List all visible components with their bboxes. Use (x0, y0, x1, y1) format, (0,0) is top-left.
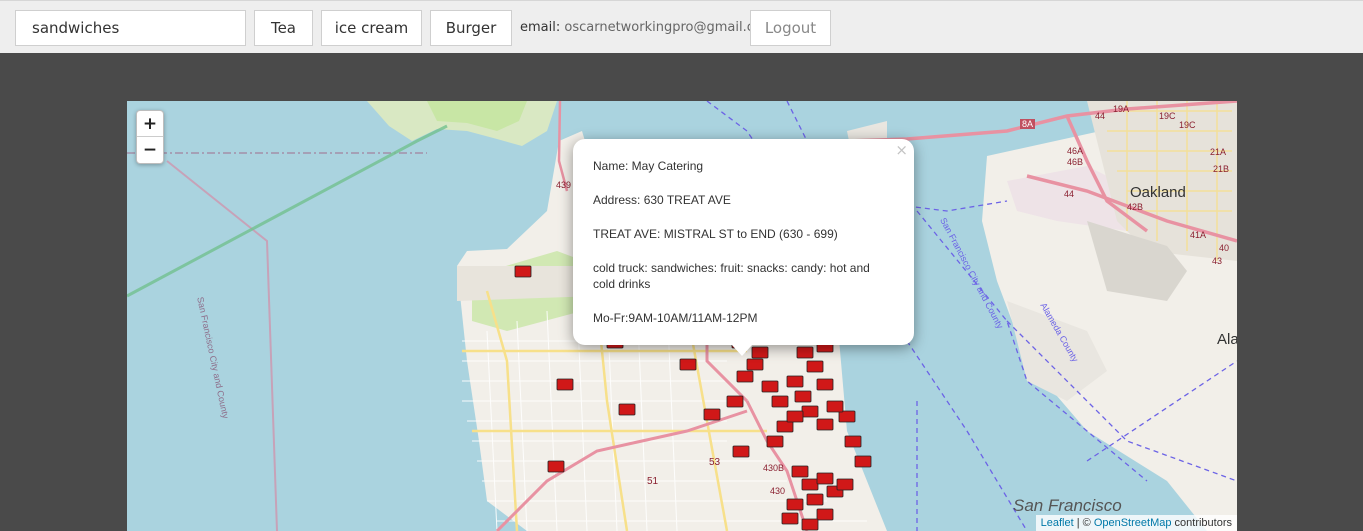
route-shield: 44 (1095, 111, 1106, 121)
leaflet-link[interactable]: Leaflet (1041, 517, 1074, 529)
route-shield: 42B (1127, 202, 1144, 212)
popup-tip (731, 344, 753, 356)
burger-button[interactable]: Burger (430, 10, 512, 46)
zoom-in-button[interactable]: + (137, 111, 163, 137)
map-view[interactable]: 8A 19A 19C 19C 44 46A 46B 44 42B 41A 40 … (127, 101, 1237, 531)
attribution-suffix: contributors (1171, 517, 1232, 529)
popup-location: TREAT AVE: MISTRAL ST to END (630 - 699) (593, 227, 838, 241)
route-shield: 19C (1159, 111, 1176, 121)
route-shield: 430B (763, 463, 785, 473)
popup-items: cold truck: sandwiches: fruit: snacks: c… (593, 261, 870, 291)
route-shield: 53 (709, 457, 721, 468)
email-label: email: (520, 20, 561, 35)
place-label-oakland: Oakland (1130, 184, 1186, 201)
popup-hours: Mo-Fr:9AM-10AM/11AM-12PM (593, 311, 758, 325)
place-label-san-francisco: San Francisco (1013, 496, 1122, 515)
route-shield: 43 (1212, 256, 1223, 266)
route-shield: 46B (1067, 157, 1084, 167)
route-shield: 21A (1210, 147, 1227, 157)
map-attribution: Leaflet | © OpenStreetMap contributors (1035, 515, 1237, 531)
search-input[interactable] (15, 10, 246, 46)
route-shield: 430 (770, 486, 786, 496)
route-shield: 41A (1190, 230, 1207, 240)
attribution-separator: | © (1073, 517, 1094, 529)
zoom-out-button[interactable]: − (137, 137, 163, 163)
user-email: email: oscarnetworkingpro@gmail.com (520, 20, 775, 35)
osm-link[interactable]: OpenStreetMap (1094, 517, 1172, 529)
route-shield: 8A (1020, 119, 1036, 129)
email-value: oscarnetworkingpro@gmail.com (564, 20, 775, 35)
popup-name: Name: May Catering (593, 159, 704, 173)
route-shield: 44 (1064, 189, 1075, 199)
route-shield: 19A (1113, 104, 1130, 114)
route-shield: 51 (647, 476, 659, 487)
tea-button[interactable]: Tea (254, 10, 313, 46)
top-toolbar: Tea ice cream Burger email: oscarnetwork… (0, 0, 1363, 53)
zoom-control: + − (136, 110, 164, 164)
logout-button[interactable]: Logout (750, 10, 831, 46)
truck-popup: × Name: May Catering Address: 630 TREAT … (573, 139, 914, 345)
popup-close-button[interactable]: × (895, 142, 908, 158)
route-shield: 21B (1213, 164, 1230, 174)
popup-address: Address: 630 TREAT AVE (593, 193, 731, 207)
place-label-alameda: Ala (1217, 331, 1237, 348)
route-shield: 46A (1067, 146, 1084, 156)
route-shield: 19C (1179, 120, 1196, 130)
route-shield: 439 (556, 180, 572, 190)
ice-cream-button[interactable]: ice cream (321, 10, 422, 46)
route-shield: 40 (1219, 243, 1230, 253)
